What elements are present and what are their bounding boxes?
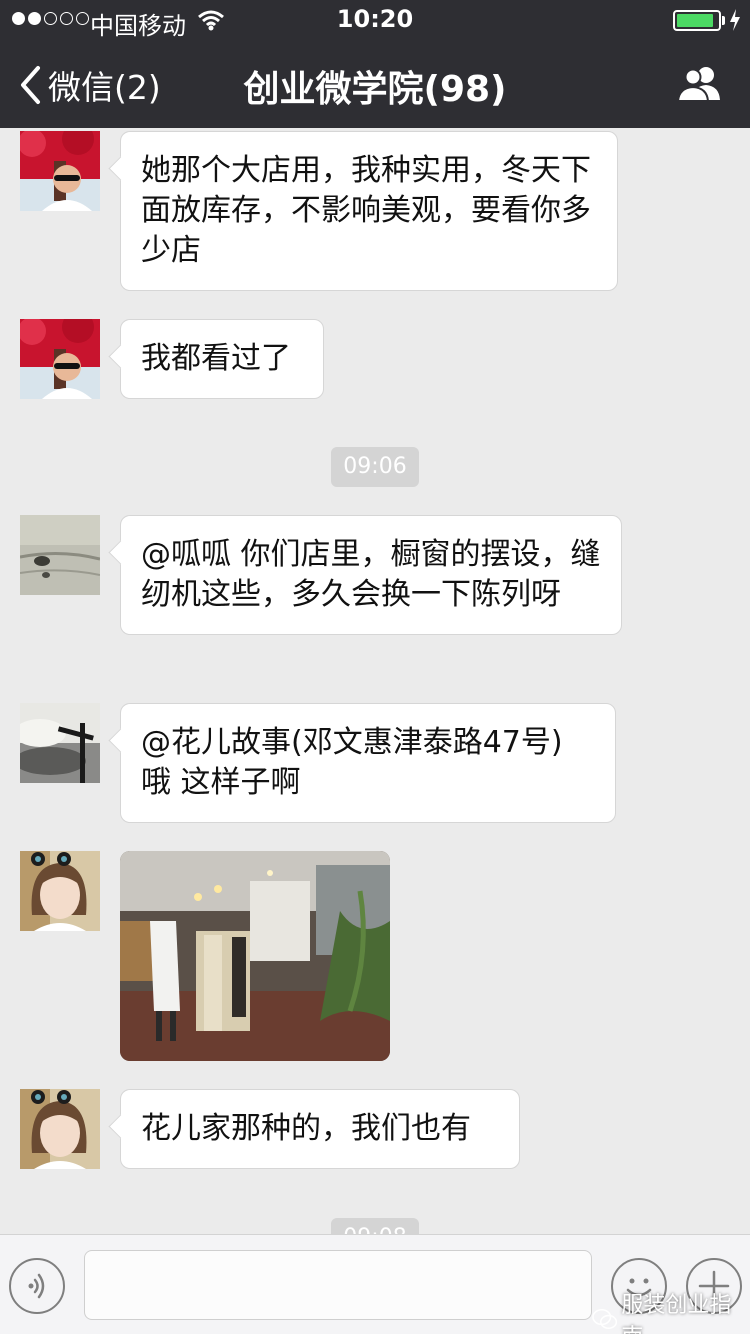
battery-icon [673, 10, 721, 31]
avatar[interactable] [20, 319, 100, 399]
message-bubble[interactable]: 我都看过了 [120, 319, 324, 399]
group-members-icon[interactable] [676, 64, 724, 104]
clock: 10:20 [336, 5, 414, 33]
avatar[interactable] [20, 1089, 100, 1169]
wechat-logo-icon [592, 1308, 618, 1330]
watermark-text: 服装创业指南 [621, 1293, 732, 1334]
avatar-grey-stone [20, 515, 100, 595]
voice-button[interactable] [9, 1258, 65, 1314]
avatar[interactable] [20, 515, 100, 595]
avatar-girl-cat [20, 1089, 100, 1169]
status-bar: 中国移动 10:20 [0, 0, 750, 40]
avatar-sky-cross [20, 703, 100, 783]
chat-title: 创业微学院(98) [243, 69, 507, 110]
top-bar: 中国移动 10:20 微信(2) 创业微学院(98) [0, 0, 750, 128]
charging-bolt-icon [730, 9, 740, 31]
voice-icon [28, 1273, 45, 1299]
watermark: 服装创业指南 [592, 1287, 750, 1334]
avatar[interactable] [20, 851, 100, 931]
avatar-red-tree [20, 319, 100, 399]
message-bubble[interactable]: @花儿故事(邓文惠津泰路47号) 哦 这样子啊 [120, 703, 616, 823]
message-bubble[interactable]: 她那个大店用，我种实用，冬天下面放库存，不影响美观，要看你多少店 [120, 131, 618, 291]
message-bubble[interactable]: @呱呱 你们店里，橱窗的摆设，缝纫机这些，多久会换一下陈列呀 [120, 515, 622, 635]
message-list[interactable]: 她那个大店用，我种实用，冬天下面放库存，不影响美观，要看你多少店 我都看过了 0… [0, 128, 750, 1234]
battery-level [677, 14, 713, 27]
avatar-girl-cat [20, 851, 100, 931]
message-bubble[interactable]: 花儿家那种的，我们也有 [120, 1089, 520, 1169]
avatar-red-tree [20, 131, 100, 211]
avatar[interactable] [20, 131, 100, 211]
image-message[interactable] [120, 851, 390, 1061]
store-interior-photo [120, 851, 390, 1061]
battery-tip [722, 16, 725, 25]
message-input[interactable] [84, 1250, 592, 1320]
avatar[interactable] [20, 703, 100, 783]
timestamp-badge: 09:06 [331, 447, 419, 487]
timestamp-badge: 09:08 [331, 1218, 419, 1234]
